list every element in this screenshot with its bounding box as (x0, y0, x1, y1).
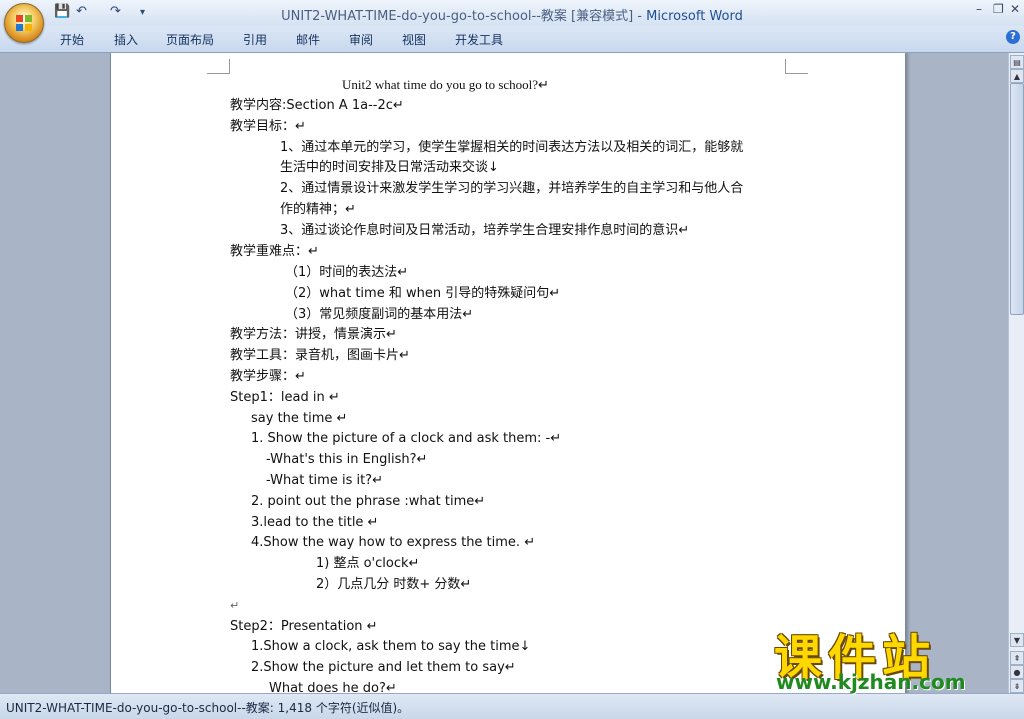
doc-line-tools: 教学工具：录音机，图画卡片↵ (230, 348, 410, 363)
restore-button[interactable]: ❐ (993, 2, 1004, 16)
scroll-down-icon[interactable]: ▼ (1010, 633, 1024, 647)
doc-line-objective-3: 3、通过谈论作息时间及日常活动，培养学生合理安排作息时间的意识↵ (280, 223, 690, 238)
document-workspace: Unit2 what time do you go to school?↵ 教学… (0, 53, 1008, 693)
doc-line-step2-item2: 2.Show the picture and let them to say↵ (251, 660, 516, 675)
doc-line-step2: Step2：Presentation ↵ (230, 619, 378, 634)
vertical-scrollbar[interactable]: ▤ ▲ ▼ ⇞ ● ⇟ (1008, 53, 1024, 693)
watermark: 课件站 www.kjzhan.com (770, 618, 1010, 698)
browse-object-icon[interactable]: ● (1010, 665, 1024, 679)
title-bar: 💾 ↶ ↷ ▾ UNIT2-WHAT-TIME-do-you-go-to-sch… (0, 0, 1024, 43)
title-document-name: UNIT2-WHAT-TIME-do-you-go-to-school--教案 … (281, 9, 647, 24)
doc-line-keypoint-3: （3）常见频度副词的基本用法↵ (285, 307, 474, 322)
tab-references[interactable]: 引用 (243, 31, 267, 48)
title-app-name: Microsoft Word (646, 9, 743, 24)
doc-line-step2-item1: 1.Show a clock, ask them to say the time… (251, 639, 531, 654)
scroll-thumb[interactable] (1010, 83, 1024, 315)
doc-line-step1-item1: 1. Show the picture of a clock and ask t… (251, 431, 562, 446)
doc-line-objective-1a: 1、通过本单元的学习，使学生掌握相关的时间表达方法以及相关的词汇，能够就 (280, 140, 744, 155)
tab-insert[interactable]: 插入 (114, 31, 138, 48)
status-word-count[interactable]: UNIT2-WHAT-TIME-do-you-go-to-school--教案:… (6, 699, 409, 716)
doc-line-question-2: -What time is it?↵ (266, 473, 383, 488)
document-page[interactable]: Unit2 what time do you go to school?↵ 教学… (110, 53, 906, 693)
crop-mark-top-right (785, 59, 808, 74)
doc-line-empty: ↵ (230, 599, 240, 612)
tab-view[interactable]: 视图 (402, 31, 426, 48)
tab-mailings[interactable]: 邮件 (296, 31, 320, 48)
tab-home[interactable]: 开始 (60, 31, 84, 48)
doc-line-rule-1: 1) 整点 o'clock↵ (316, 556, 420, 571)
doc-line-rule-2: 2）几点几分 时数+ 分数↵ (316, 577, 472, 592)
help-icon[interactable]: ? (1006, 30, 1020, 44)
doc-line-objective-1b: 生活中的时间安排及日常活动来交谈↓ (280, 160, 499, 175)
doc-title: Unit2 what time do you go to school?↵ (342, 77, 549, 92)
ribbon-tab-row: 开始 插入 页面布局 引用 邮件 审阅 视图 开发工具 ? (0, 26, 1024, 53)
tab-review[interactable]: 审阅 (349, 31, 373, 48)
doc-line-content: 教学内容:Section A 1a--2c↵ (230, 98, 404, 113)
window-title: UNIT2-WHAT-TIME-do-you-go-to-school--教案 … (0, 5, 1024, 24)
tab-page-layout[interactable]: 页面布局 (166, 31, 214, 48)
next-page-icon[interactable]: ⇟ (1010, 679, 1024, 693)
doc-line-question-1: -What's this in English?↵ (266, 452, 428, 467)
doc-line-step1-item4: 4.Show the way how to express the time. … (251, 535, 536, 550)
doc-line-say-time: say the time ↵ (251, 411, 348, 426)
ruler-toggle-icon[interactable]: ▤ (1010, 55, 1024, 69)
office-logo-icon (16, 15, 32, 31)
doc-line-step1-item2: 2. point out the phrase :what time↵ (251, 494, 486, 509)
watermark-url: www.kjzhan.com (776, 670, 966, 694)
office-button[interactable] (4, 3, 44, 43)
minimize-button[interactable]: – (976, 2, 982, 16)
previous-page-icon[interactable]: ⇞ (1010, 651, 1024, 665)
doc-line-objective-2b: 作的精神；↵ (280, 202, 356, 217)
scroll-up-icon[interactable]: ▲ (1010, 69, 1024, 83)
doc-line-keypoint-1: （1）时间的表达法↵ (285, 265, 409, 280)
tab-developer[interactable]: 开发工具 (455, 31, 503, 48)
doc-line-step1-item3: 3.lead to the title ↵ (251, 515, 379, 530)
doc-line-keypoint-2: （2）what time 和 when 引导的特殊疑问句↵ (285, 286, 561, 301)
doc-line-step2-question: What does he do?↵ (269, 681, 397, 693)
doc-line-step1: Step1：lead in ↵ (230, 390, 340, 405)
doc-line-method: 教学方法：讲授，情景演示↵ (230, 327, 397, 342)
doc-line-steps-heading: 教学步骤：↵ (230, 369, 306, 384)
doc-line-keypoints-heading: 教学重难点：↵ (230, 244, 319, 259)
crop-mark-top-left (207, 59, 230, 74)
doc-line-objective-2a: 2、通过情景设计来激发学生学习的学习兴趣，并培养学生的自主学习和与他人合 (280, 181, 744, 196)
close-button[interactable]: ✕ (1010, 2, 1020, 16)
doc-line-objectives-heading: 教学目标：↵ (230, 119, 306, 134)
